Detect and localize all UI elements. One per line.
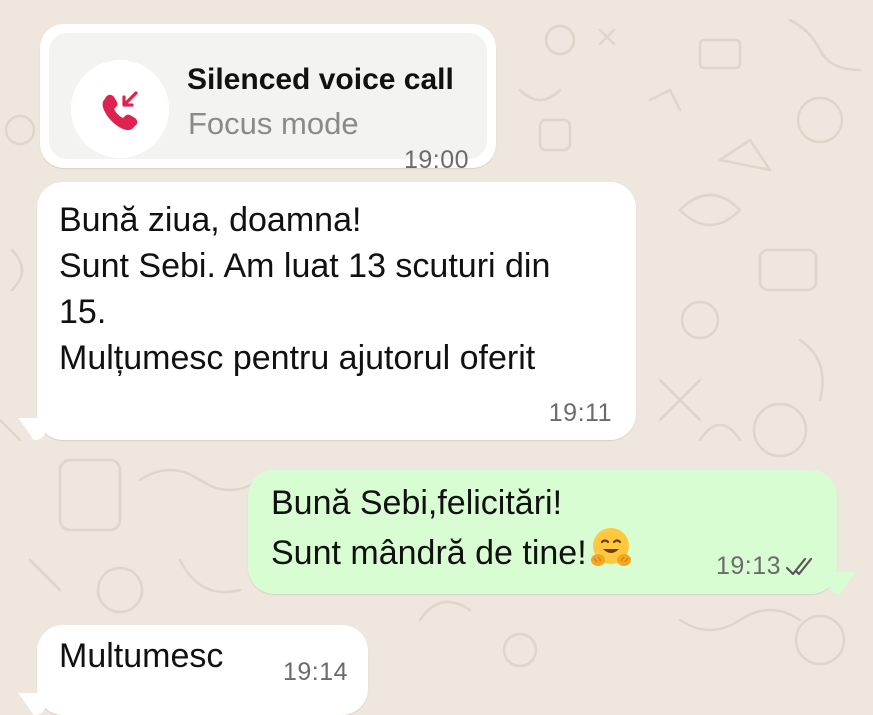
missed-call-icon (102, 91, 138, 131)
message-line: Sunt mândră de tine! (271, 534, 587, 572)
call-card: Silenced voice call Focus mode 19:00 (49, 33, 487, 174)
message-line: Sunt Sebi. Am luat 13 scuturi din (59, 247, 551, 285)
call-timestamp: 19:00 (403, 146, 469, 174)
message-line: Bună Sebi,felicitări! (271, 484, 563, 522)
hugging-face-emoji (590, 528, 631, 566)
message-bubble-incoming[interactable]: Multumesc 19:14 (37, 625, 368, 715)
message-line: 15. (59, 293, 107, 331)
message-line: Bună ziua, doamna! (59, 201, 362, 239)
call-title: Silenced voice call (187, 63, 454, 96)
message-timestamp: 19:13 (715, 552, 781, 580)
message-timestamp: 19:11 (548, 399, 612, 427)
message-timestamp: 19:14 (282, 658, 348, 686)
call-subtitle: Focus mode (188, 106, 359, 141)
message-line: Mulțumesc pentru ajutorul oferit (59, 339, 536, 377)
message-bubble-outgoing[interactable]: Bună Sebi,felicitări! Sunt mândră de tin… (248, 470, 837, 594)
message-bubble-incoming[interactable]: Bună ziua, doamna! Sunt Sebi. Am luat 13… (37, 182, 636, 440)
silenced-call-bubble[interactable]: Silenced voice call Focus mode 19:00 (40, 24, 496, 174)
call-icon-circle (71, 60, 169, 158)
read-double-check-icon (785, 557, 813, 576)
